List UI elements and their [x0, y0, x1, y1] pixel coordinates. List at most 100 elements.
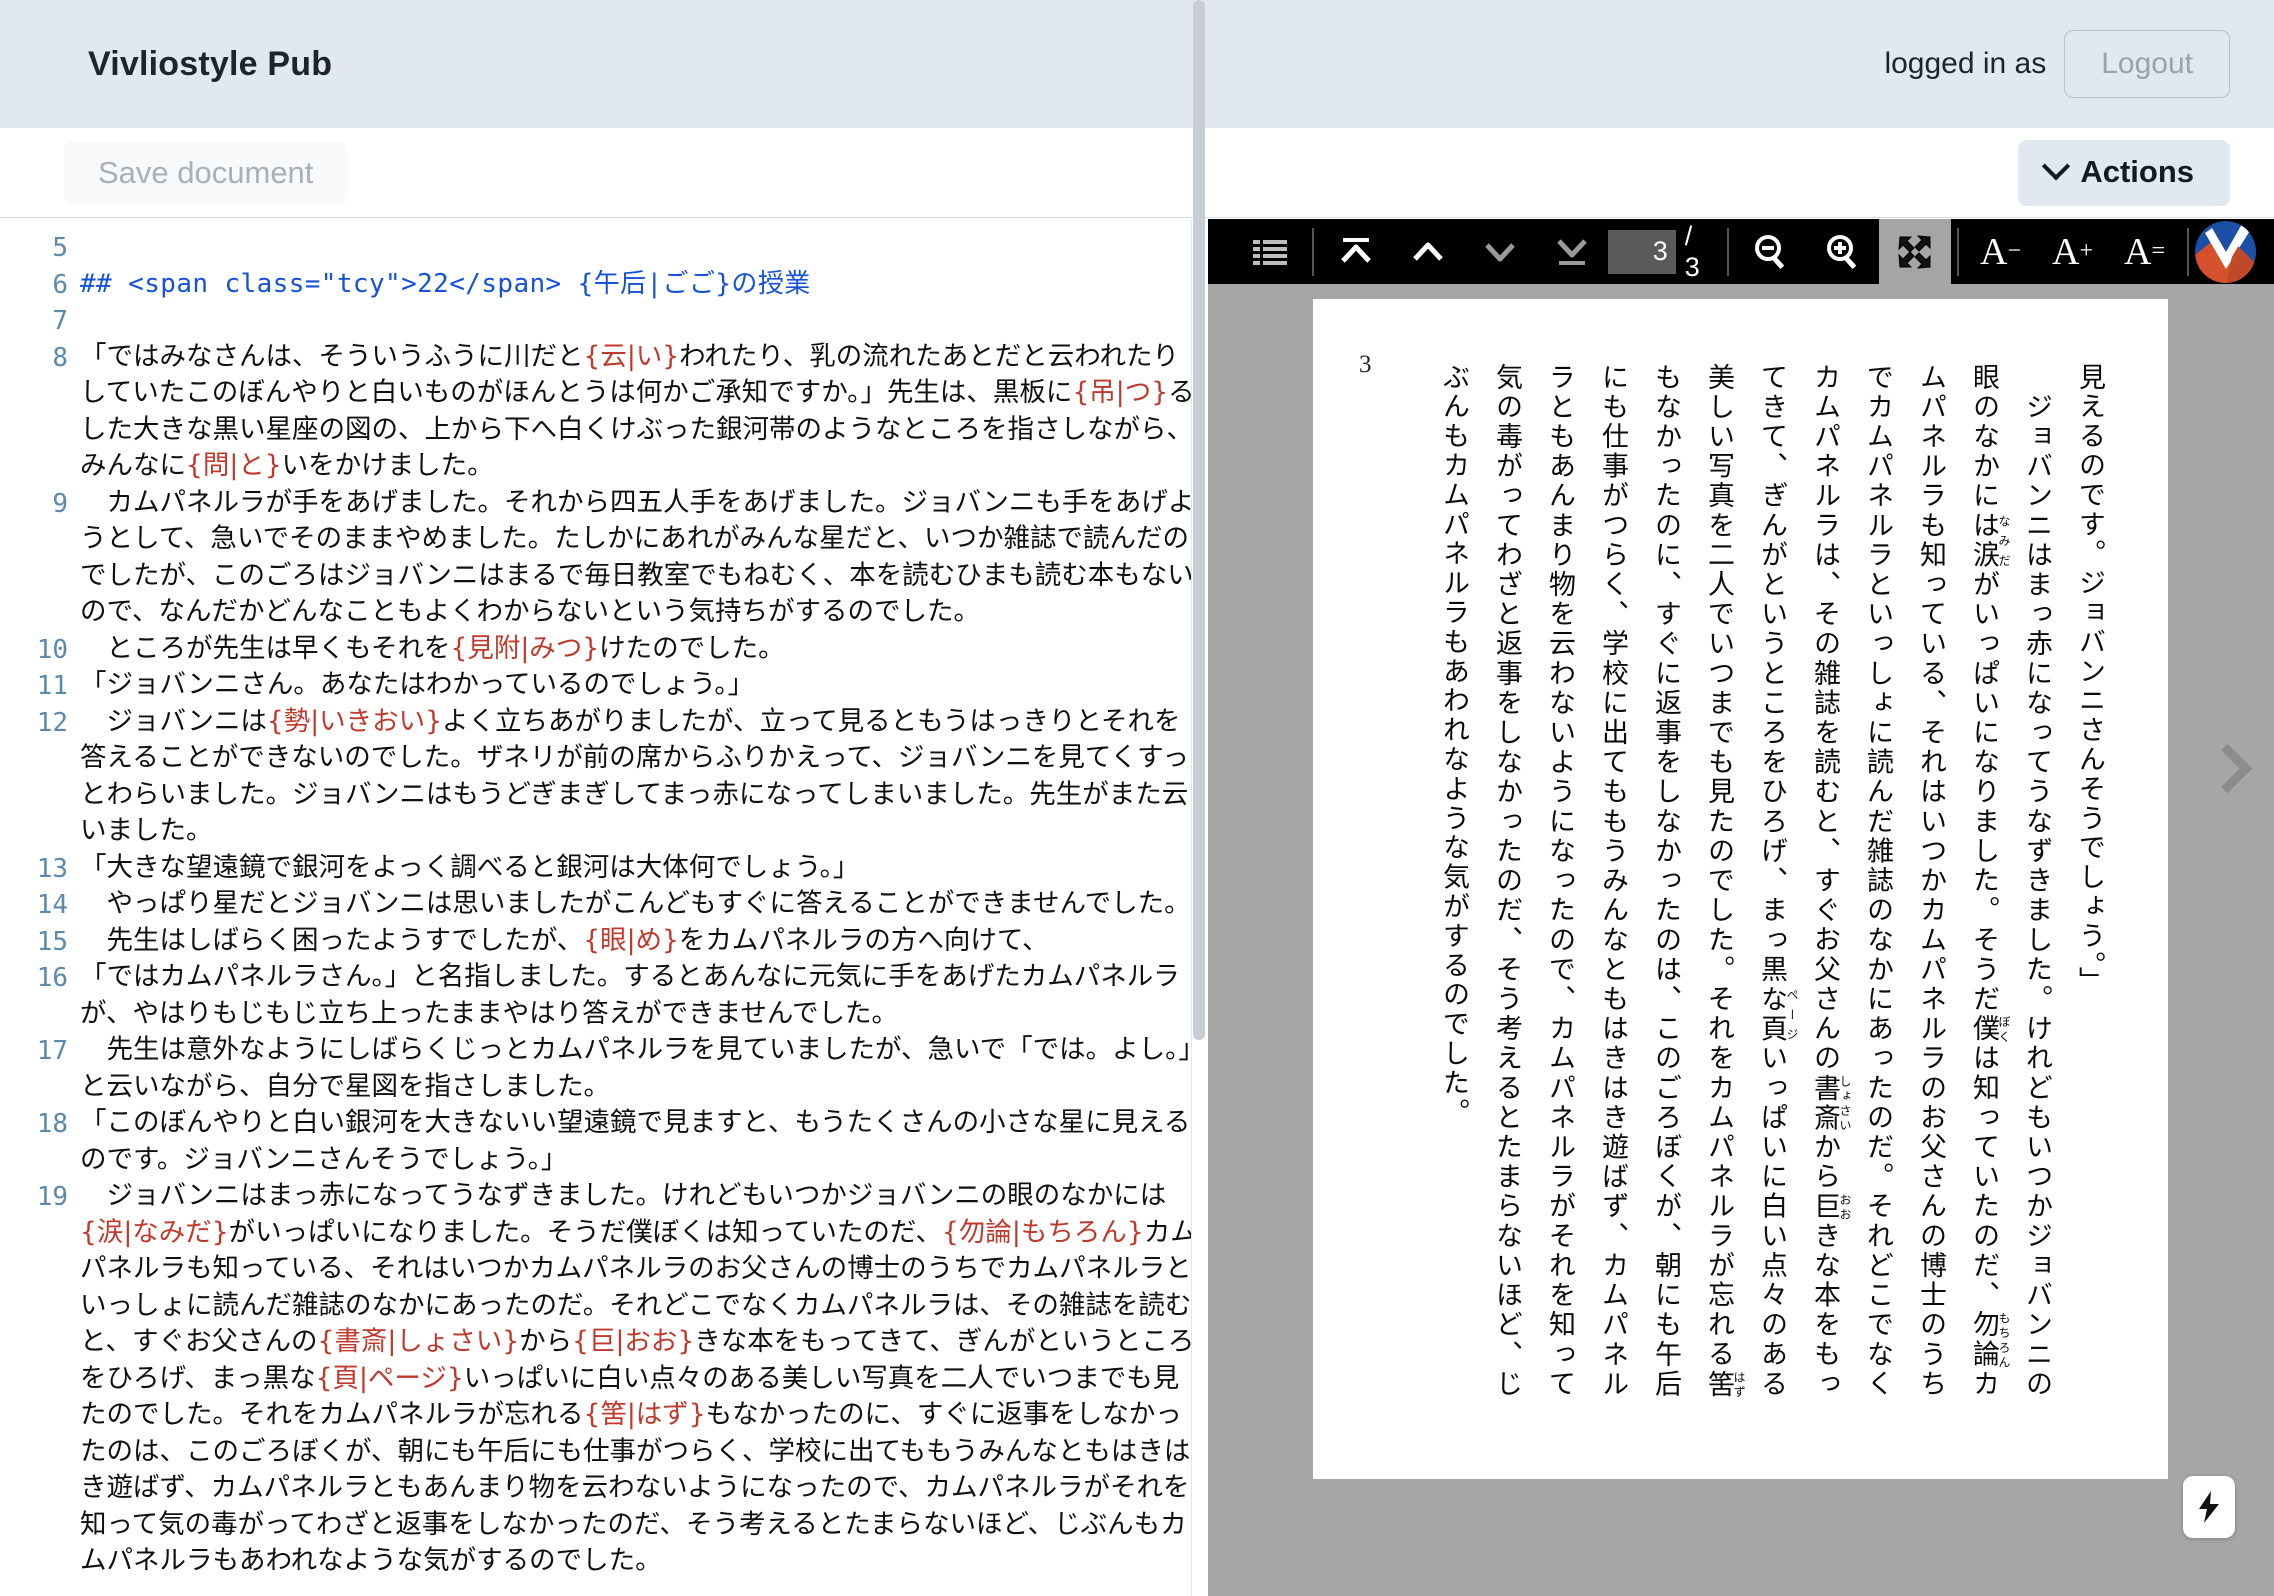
logout-button[interactable]: Logout: [2064, 30, 2230, 98]
line-number: 5: [52, 233, 68, 263]
editor-line[interactable]: 17 先生は意外なようにしばらくじっとカムパネルラを見ていましたが、急いで「では…: [0, 1032, 1208, 1105]
page-total-label: / 3: [1684, 220, 1700, 282]
editor-line-text[interactable]: [80, 229, 1208, 266]
preview-page-area[interactable]: 3 見えるのです。ジョバンニさんそうでしょう。」 ジョバンニはまっ赤になってうな…: [1208, 284, 2274, 1596]
toolbar-divider-3: [1956, 227, 1959, 276]
editor-line[interactable]: 5: [0, 229, 1208, 266]
chevron-right-icon[interactable]: [2208, 745, 2256, 793]
editor-line-text[interactable]: 先生は意外なようにしばらくじっとカムパネルラを見ていましたが、急いで「では。よし…: [80, 1032, 1208, 1105]
line-number: 15: [36, 926, 68, 957]
ruby-token: {見附|みつ}: [450, 632, 600, 664]
font-increase-label: A: [2052, 230, 2080, 273]
font-size-reset-icon[interactable]: A =: [2109, 219, 2181, 284]
ruby-token: {眼|め}: [583, 924, 679, 956]
ruby-annotation: 書斎しょさい: [1810, 1073, 1852, 1133]
font-decrease-label: A: [1980, 230, 2008, 273]
editor-line[interactable]: 10 ところが先生は早くもそれを{見附|みつ}けたのでした。: [0, 631, 1208, 668]
editor-line-text[interactable]: [80, 302, 1208, 339]
ruby-token: {涙|なみだ}: [80, 1216, 229, 1248]
actions-label: Actions: [2080, 153, 2194, 189]
app-root: Vivliostyle Pub logged in as Logout Save…: [0, 0, 2274, 1596]
fit-to-screen-icon[interactable]: [1878, 219, 1951, 284]
font-reset-label: A: [2124, 230, 2152, 273]
editor-line[interactable]: 11 「ジョバンニさん。あなたはわかっているのでしょう。」: [0, 667, 1208, 704]
toc-icon[interactable]: [1234, 219, 1306, 284]
editor-line[interactable]: 15 先生はしばらく困ったようすでしたが、{眼|め}をカムパネルラの方へ向けて、: [0, 923, 1208, 960]
app-header: Vivliostyle Pub logged in as Logout: [0, 0, 2274, 128]
editor-code-area[interactable]: 5 6 ## <span class="tcy">22</span> {午后|ごご…: [0, 219, 1208, 1580]
ruby-annotation: は涙なみだ: [1969, 511, 2011, 571]
font-decrease-sup: −: [2007, 238, 2022, 264]
font-size-increase-icon[interactable]: A +: [2037, 219, 2109, 284]
ruby-token: {頁|ページ}: [315, 1362, 464, 1394]
editor-scrollbar-thumb[interactable]: [1193, 0, 1205, 1040]
next-page-icon[interactable]: [1464, 219, 1536, 284]
line-number: 11: [36, 671, 68, 701]
ruby-token: {云|い}: [583, 340, 680, 372]
zoom-in-icon[interactable]: [1807, 219, 1879, 284]
document-toolbar: Save document Actions: [0, 128, 2274, 218]
preview-pane: / 3: [1208, 219, 2274, 1596]
editor-line-text[interactable]: ## <span class="tcy">22</span> {午后|ごご}の授…: [80, 266, 1208, 303]
editor-line-text[interactable]: 「ジョバンニさん。あなたはわかっているのでしょう。」: [80, 667, 1208, 704]
markdown-editor-pane[interactable]: 5 6 ## <span class="tcy">22</span> {午后|ごご…: [0, 219, 1208, 1596]
ruby-token: {勿論|もちろん}: [942, 1216, 1144, 1248]
page-folio-number: 3: [1359, 351, 1372, 378]
app-brand-title: Vivliostyle Pub: [88, 44, 333, 83]
editor-line[interactable]: 16 「ではカムパネルラさん。」と名指しました。するとあんなに元気に手をあげたカム…: [0, 959, 1208, 1032]
line-number: 18: [36, 1109, 68, 1139]
editor-line[interactable]: 13 「大きな望遠鏡で銀河をよっく調べると銀河は大体何でしょう。」: [0, 850, 1208, 887]
ruby-token: {問|と}: [186, 450, 282, 481]
line-number: 8: [52, 342, 68, 373]
editor-line-text[interactable]: 先生はしばらく困ったようすでしたが、{眼|め}をカムパネルラの方へ向けて、: [80, 923, 1208, 960]
ruby-token: {書斎|しょさい}: [317, 1326, 520, 1357]
toolbar-divider-4: [2186, 227, 2189, 276]
save-document-button[interactable]: Save document: [64, 140, 348, 205]
preview-toolbar: / 3: [1208, 219, 2274, 284]
lightning-bolt-icon[interactable]: [2183, 1476, 2235, 1538]
font-size-decrease-icon[interactable]: A −: [1965, 219, 2037, 284]
vivliostyle-logo-icon: [2194, 220, 2256, 283]
header-right-group: logged in as Logout: [1884, 30, 2230, 98]
toolbar-divider-2: [1726, 227, 1729, 276]
editor-line-text[interactable]: 「大きな望遠鏡で銀河をよっく調べると銀河は大体何でしょう。」: [80, 850, 1208, 887]
zoom-out-icon[interactable]: [1735, 219, 1807, 284]
first-page-icon[interactable]: [1320, 219, 1392, 284]
editor-line[interactable]: 19 ジョバンニはまっ赤になってうなずきました。けれどもいつかジョバンニの眼のな…: [0, 1178, 1208, 1580]
page-number-input[interactable]: [1607, 229, 1676, 274]
editor-line[interactable]: 7: [0, 302, 1208, 339]
ruby-token: {吊|つ}: [1072, 377, 1169, 408]
editor-line-text[interactable]: 「このぼんやりと白い銀河を大きないい望遠鏡で見ますと、もうたくさんの小さな星に見…: [80, 1105, 1208, 1178]
ruby-token: {巨|おお}: [572, 1326, 695, 1357]
editor-line-text[interactable]: ジョバンニはまっ赤になってうなずきました。けれどもいつかジョバンニの眼のなかには…: [80, 1178, 1208, 1580]
toolbar-divider: [1311, 227, 1314, 276]
ruby-annotation: な頁ページ: [1757, 984, 1799, 1044]
chevron-down-icon: [2042, 151, 2071, 180]
editor-line[interactable]: 6 ## <span class="tcy">22</span> {午后|ごご}の…: [0, 266, 1208, 303]
font-increase-sup: +: [2079, 238, 2094, 264]
logged-in-label: logged in as: [1884, 47, 2047, 80]
line-number: 19: [36, 1182, 68, 1212]
editor-line[interactable]: 8 「ではみなさんは、そういうふうに川だと{云|い}われたり、乳の流れたあとだと云…: [0, 339, 1208, 485]
ruby-annotation: 勿論もちろん: [1969, 1310, 2011, 1370]
editor-line[interactable]: 18 「このぼんやりと白い銀河を大きないい望遠鏡で見ますと、もうたくさんの小さな星…: [0, 1105, 1208, 1178]
editor-line[interactable]: 12 ジョバンニは{勢|いきおい}よく立ちあがりましたが、立って見るともうはっき…: [0, 704, 1208, 850]
last-page-icon[interactable]: [1536, 219, 1608, 284]
line-number: 14: [36, 890, 68, 920]
editor-line-text[interactable]: 「ではみなさんは、そういうふうに川だと{云|い}われたり、乳の流れたあとだと云わ…: [80, 339, 1208, 485]
editor-line-text[interactable]: カムパネルラが手をあげました。それから四五人手をあげました。ジョバンニも手をあげ…: [80, 485, 1208, 631]
line-number: 6: [52, 269, 68, 300]
editor-line-text[interactable]: ジョバンニは{勢|いきおい}よく立ちあがりましたが、立って見るともうはっきりとそ…: [80, 704, 1208, 850]
line-number: 10: [36, 634, 68, 665]
editor-line[interactable]: 14 やっぱり星だとジョバンニは思いましたがこんどもすぐに答えることができません…: [0, 886, 1208, 923]
editor-line-text[interactable]: 「ではカムパネルラさん。」と名指しました。するとあんなに元気に手をあげたカムパネ…: [80, 959, 1208, 1032]
editor-line[interactable]: 9 カムパネルラが手をあげました。それから四五人手をあげました。ジョバンニも手を…: [0, 485, 1208, 631]
ruby-annotation: 僕ぼく: [1969, 1014, 2011, 1044]
vertical-japanese-body: 見えるのです。ジョバンニさんそうでしょう。」 ジョバンニはまっ赤になってうなずき…: [1439, 363, 2105, 1400]
editor-line-text[interactable]: やっぱり星だとジョバンニは思いましたがこんどもすぐに答えることができませんでした…: [80, 886, 1208, 923]
editor-line-text[interactable]: ところが先生は早くもそれを{見附|みつ}けたのでした。: [80, 631, 1208, 668]
actions-menu-button[interactable]: Actions: [2018, 139, 2230, 206]
ruby-annotation: 巨おお: [1810, 1191, 1852, 1222]
prev-page-icon[interactable]: [1392, 219, 1464, 284]
line-number: 13: [36, 853, 68, 884]
